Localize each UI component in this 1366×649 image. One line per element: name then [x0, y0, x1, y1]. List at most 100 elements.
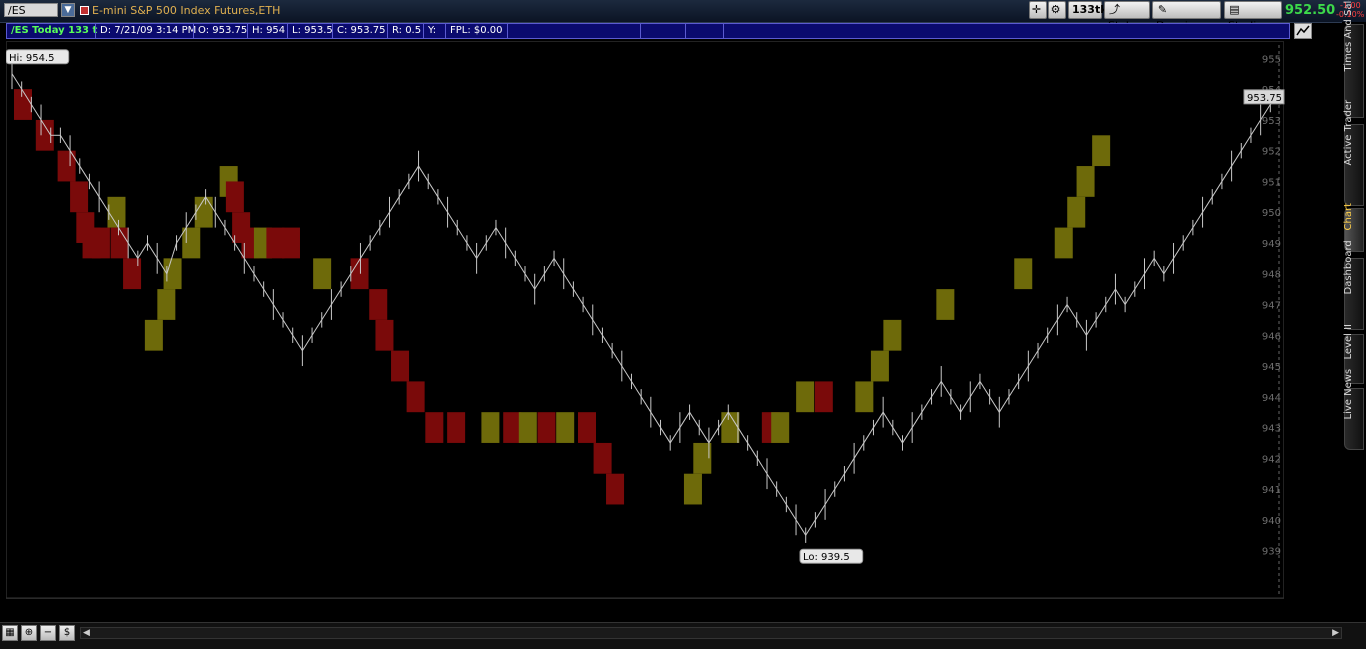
chart-info-bar: /ES Today 133 t D: 7/21/09 3:14 PM O: 95… — [6, 23, 1290, 39]
price-line-segment — [766, 473, 778, 490]
bullish-box — [883, 319, 902, 351]
bearish-box — [350, 258, 369, 290]
price-line-segment — [505, 242, 516, 259]
price-line-segment — [708, 427, 720, 444]
aggregation-button[interactable]: 133tk — [1068, 1, 1108, 19]
price-line-segment — [1144, 258, 1155, 275]
bullish-box — [1014, 258, 1033, 290]
tab-label: Live News — [1343, 368, 1354, 420]
price-line-segment — [582, 304, 594, 321]
bullish-box — [771, 412, 790, 443]
price-line-segment — [301, 334, 313, 351]
bearish-box — [70, 181, 89, 213]
scroll-left-icon[interactable]: ◀ — [83, 628, 90, 638]
chart-mode-button[interactable] — [1294, 23, 1312, 39]
tab-active-trader[interactable]: Active Trader — [1343, 99, 1364, 206]
bottom-toolbar: ▦ ⊕ − $ ◀ ▶ — [0, 622, 1366, 649]
tab-label: Times And Sales — [1343, 0, 1354, 72]
symbol-dropdown-button[interactable]: ▼ — [61, 3, 75, 17]
crosshair-tool-button[interactable]: ✛ — [1029, 1, 1047, 19]
price-line-segment — [940, 381, 952, 398]
price-line-segment — [1037, 334, 1049, 351]
studies-button[interactable]: ▤Studies — [1224, 1, 1282, 32]
price-line-segment — [330, 288, 342, 305]
bullish-box — [556, 412, 575, 443]
price-line-segment — [1240, 135, 1252, 151]
settings-tool-button[interactable]: ⚙ — [1048, 1, 1066, 19]
price-line-segment — [892, 427, 903, 444]
divider — [95, 24, 96, 38]
low-label: Lo: 939.5 — [803, 552, 850, 563]
price-line-segment — [398, 181, 410, 198]
price-line-segment — [243, 258, 255, 275]
price-line-segment — [814, 504, 826, 521]
price-chart[interactable]: 939 940 941 942 943 944 945 946 947 948 949 950 951 9… — [6, 41, 1290, 599]
price-line-segment — [611, 350, 623, 367]
symbol-input[interactable]: /ES — [4, 3, 58, 17]
price-line-segment — [911, 411, 923, 428]
bullish-box — [182, 227, 201, 259]
price-line-segment — [747, 442, 758, 459]
price-line-segment — [873, 411, 884, 428]
bullish-box — [1054, 227, 1073, 259]
price-line-segment — [553, 258, 565, 275]
y-tick-label: 944 — [1262, 393, 1281, 404]
horizontal-scrollbar[interactable]: ◀ ▶ — [80, 627, 1342, 639]
divider — [287, 24, 288, 38]
price-line-segment — [456, 227, 468, 244]
price-line-segment — [1085, 319, 1097, 336]
price-line-segment — [272, 304, 284, 321]
price-line-segment — [1056, 304, 1068, 321]
tab-dashboard[interactable]: Dashboard — [1343, 240, 1364, 330]
divider — [640, 24, 641, 38]
price-line-segment — [263, 288, 274, 305]
tab-label: Active Trader — [1343, 99, 1354, 166]
bar-date: D: 7/21/09 3:14 PM — [100, 25, 197, 36]
price-line-segment — [340, 273, 352, 290]
price-scale-button[interactable]: $ — [59, 625, 75, 641]
zoom-out-button[interactable]: − — [40, 625, 56, 641]
price-line-segment — [1095, 304, 1107, 321]
zoom-in-button[interactable]: ⊕ — [21, 625, 37, 641]
price-line-segment — [89, 181, 100, 198]
divider — [247, 24, 248, 38]
price-line-segment — [1047, 319, 1058, 336]
crosshair-icon: ✛ — [1031, 3, 1042, 16]
y-tick-label: 941 — [1262, 485, 1281, 496]
chart-title: /ES Today 133 t — [11, 25, 98, 36]
y-tick-label: 947 — [1262, 301, 1281, 312]
style-button[interactable]: ⤴Style — [1104, 1, 1150, 32]
chevron-down-icon: ▼ — [64, 5, 72, 15]
price-line-segment — [785, 504, 797, 521]
bearish-box — [578, 412, 597, 443]
price-line-segment — [640, 396, 652, 413]
grid-layout-button[interactable]: ▦ — [2, 625, 18, 641]
bullish-box — [163, 258, 182, 290]
y-tick-label: 940 — [1262, 516, 1281, 527]
y-tick-label: 942 — [1262, 454, 1281, 465]
drawings-button[interactable]: ✎Drawings — [1152, 1, 1221, 32]
price-line-segment — [931, 381, 942, 398]
tab-label: Dashboard — [1343, 240, 1354, 295]
divider — [685, 24, 686, 38]
y-tick-label: 953 — [1262, 116, 1281, 127]
price-line-segment — [795, 519, 807, 536]
price-line-segment — [834, 473, 845, 490]
price-line-segment — [427, 181, 439, 198]
bullish-box — [518, 412, 537, 443]
price-line-segment — [59, 135, 71, 151]
tab-live-news[interactable]: Live News — [1343, 368, 1364, 450]
bearish-box — [814, 381, 833, 413]
bar-open: O: 953.75 — [198, 25, 248, 36]
price-line-segment — [466, 242, 478, 259]
tab-label: Level II — [1343, 324, 1354, 360]
price-line-segment — [572, 288, 584, 305]
price-line-segment — [1066, 304, 1078, 321]
dollar-icon: $ — [63, 627, 71, 638]
bearish-box — [369, 289, 388, 320]
price-line-segment — [824, 488, 836, 505]
price-line-segment — [1211, 181, 1223, 198]
price-line-segment — [514, 258, 526, 275]
bar-close: C: 953.75 — [337, 25, 386, 36]
scroll-right-icon[interactable]: ▶ — [1332, 628, 1339, 638]
